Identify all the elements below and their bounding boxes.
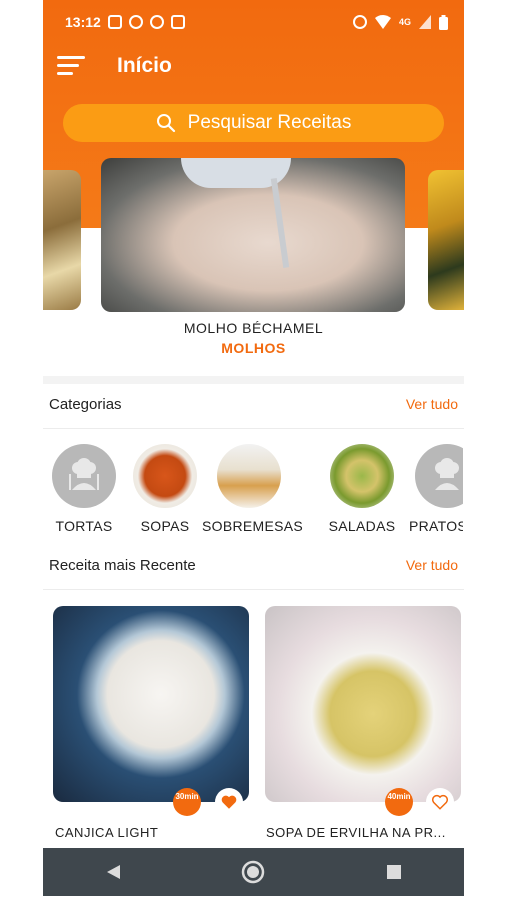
section-line [43,589,464,590]
carousel-prev-image[interactable] [43,170,81,310]
recent-see-all-link[interactable]: Ver tudo [406,557,458,573]
app-bar: Início [43,46,464,90]
back-button[interactable] [98,857,128,887]
recipe-card-image[interactable] [53,606,249,802]
heart-outline-icon [431,794,449,810]
categories-see-all-link[interactable]: Ver tudo [406,396,458,412]
search-bar[interactable]: Pesquisar Receitas [63,104,444,142]
p-status-icon [149,15,164,29]
whatsapp-status-icon [128,15,143,29]
network-label: 4G [398,17,411,27]
lock-status-icon [107,15,122,29]
category-label: SOBREMESAS [202,518,304,534]
category-label: PRATOS [409,518,463,534]
category-image [133,444,197,508]
time-badge: 40min [385,788,413,816]
recipe-name[interactable]: SOPA DE ERVILHA NA PR... [266,825,446,840]
recipe-card-image[interactable] [265,606,461,802]
chef-icon [435,458,459,490]
battery-icon [439,14,448,30]
status-bar: 13:12 4G [43,8,464,36]
recipe-name[interactable]: CANJICA LIGHT [55,825,158,840]
image-status-icon [170,15,185,29]
home-button[interactable] [238,857,268,887]
square-icon [386,865,401,879]
featured-recipe-category[interactable]: MOLHOS [43,340,464,356]
category-item-sopas[interactable]: SOPAS [123,444,207,534]
page-title: Início [117,54,172,77]
category-item-sobremesas[interactable]: SOBREMESAS [202,444,304,534]
alarm-icon [352,15,367,29]
recent-title: Receita mais Recente [49,557,196,574]
featured-recipe-image[interactable] [101,158,405,312]
chef-icon [69,458,99,490]
system-nav-bar [43,848,464,896]
heart-filled-icon [221,795,237,809]
category-item-tortas[interactable]: TORTAS [43,444,126,534]
app-screen: 13:12 4G Início Pesquisar Receitas MOLHO… [43,0,464,900]
featured-carousel[interactable] [43,158,464,318]
menu-icon[interactable] [57,56,85,78]
status-time: 13:12 [65,14,101,30]
category-label: TORTAS [55,518,113,534]
favorite-button[interactable] [215,788,243,816]
category-image [415,444,463,508]
wifi-icon [374,15,391,29]
section-line [43,428,464,429]
featured-recipe-name[interactable]: MOLHO BÉCHAMEL [43,320,464,336]
home-circle-icon [242,860,265,884]
favorite-button[interactable] [426,788,454,816]
category-item-pratos[interactable]: PRATOS [403,444,463,534]
carousel-next-image[interactable] [428,170,464,310]
category-label: SOPAS [140,518,190,534]
recents-button[interactable] [379,857,409,887]
search-placeholder: Pesquisar Receitas [187,112,352,133]
back-triangle-icon [107,865,121,879]
signal-icon [419,15,431,29]
category-image [217,444,281,508]
category-item-saladas[interactable]: SALADAS [320,444,404,534]
categories-title: Categorias [49,396,122,413]
category-image [330,444,394,508]
section-divider [43,376,464,384]
search-icon [156,114,175,133]
category-label: SALADAS [328,518,396,534]
time-badge: 30min [173,788,201,816]
category-image [52,444,116,508]
